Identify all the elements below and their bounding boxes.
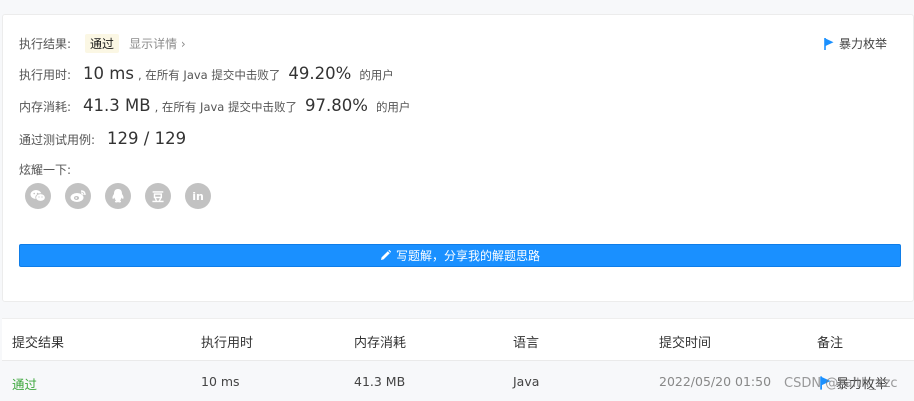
- solution-tag-brute-force[interactable]: 暴力枚举: [824, 35, 887, 52]
- row-language: Java: [513, 374, 540, 389]
- memory-label: 内存消耗:: [19, 100, 72, 114]
- header-note: 备注: [817, 336, 844, 351]
- runtime-percent: 49.20%: [288, 64, 352, 83]
- douban-icon[interactable]: 豆: [145, 183, 171, 209]
- runtime-value: 10 ms: [83, 64, 134, 83]
- douban-glyph: 豆: [151, 189, 164, 204]
- memory-row: 内存消耗: 41.3 MB , 在所有 Java 提交中击败了 97.80% 的…: [19, 96, 410, 115]
- runtime-beat-text: , 在所有 Java 提交中击败了: [137, 68, 281, 82]
- write-solution-button[interactable]: 写题解，分享我的解题思路: [19, 244, 901, 267]
- watermark: CSDN @Faith_xzc: [784, 376, 898, 391]
- row-memory: 41.3 MB: [354, 374, 406, 389]
- linkedin-glyph: in: [192, 189, 204, 203]
- table-row[interactable]: 通过 10 ms 41.3 MB Java 2022/05/20 01:50: [2, 361, 914, 401]
- result-row: 执行结果: 通过 显示详情 ›: [19, 34, 186, 53]
- chevron-right-icon: ›: [180, 37, 186, 51]
- write-solution-label: 写题解，分享我的解题思路: [395, 249, 540, 263]
- memory-percent: 97.80%: [305, 96, 368, 115]
- share-row: 炫耀一下:: [19, 161, 71, 178]
- header-language[interactable]: 语言: [513, 332, 539, 351]
- row-runtime: 10 ms: [201, 374, 240, 389]
- memory-value: 41.3 MB: [83, 96, 151, 115]
- solution-tag-label: 暴力枚举: [838, 37, 887, 51]
- status-badge: 通过: [85, 34, 120, 53]
- submission-result-card: 执行结果: 通过 显示详情 › 暴力枚举 执行用时: 10 ms , 在所有 J…: [2, 14, 914, 302]
- linkedin-icon[interactable]: in: [185, 183, 211, 209]
- tests-label: 通过测试用例:: [19, 133, 96, 147]
- show-details-link[interactable]: 显示详情 ›: [129, 35, 186, 52]
- tests-row: 通过测试用例: 129 / 129: [19, 129, 186, 148]
- runtime-label: 执行用时:: [19, 68, 72, 82]
- memory-beat-text: , 在所有 Java 提交中击败了: [154, 100, 298, 114]
- row-status-link[interactable]: 通过: [12, 374, 37, 393]
- tests-value: 129 / 129: [107, 129, 187, 148]
- show-details-text: 显示详情: [129, 37, 178, 51]
- header-runtime[interactable]: 执行用时: [201, 332, 253, 351]
- header-submit-time[interactable]: 提交时间: [659, 332, 711, 351]
- header-memory[interactable]: 内存消耗: [354, 332, 406, 351]
- submission-table: 提交结果 执行用时 内存消耗 语言 提交时间 备注 通过 10 ms 41.3 …: [2, 318, 914, 401]
- flag-icon: [824, 37, 834, 50]
- qq-icon[interactable]: [105, 183, 131, 209]
- result-label: 执行结果:: [19, 37, 72, 51]
- weibo-icon[interactable]: [65, 183, 91, 209]
- header-result[interactable]: 提交结果: [12, 332, 64, 351]
- row-submit-time: 2022/05/20 01:50: [659, 374, 772, 389]
- share-label: 炫耀一下:: [19, 163, 72, 177]
- runtime-suffix: 的用户: [359, 68, 394, 82]
- memory-suffix: 的用户: [375, 100, 411, 114]
- pencil-icon: [380, 250, 391, 260]
- runtime-row: 执行用时: 10 ms , 在所有 Java 提交中击败了 49.20% 的用户: [19, 64, 394, 83]
- table-header: 提交结果 执行用时 内存消耗 语言 提交时间 备注: [2, 319, 914, 361]
- wechat-icon[interactable]: [25, 183, 51, 209]
- share-icons: 豆 in: [25, 183, 225, 209]
